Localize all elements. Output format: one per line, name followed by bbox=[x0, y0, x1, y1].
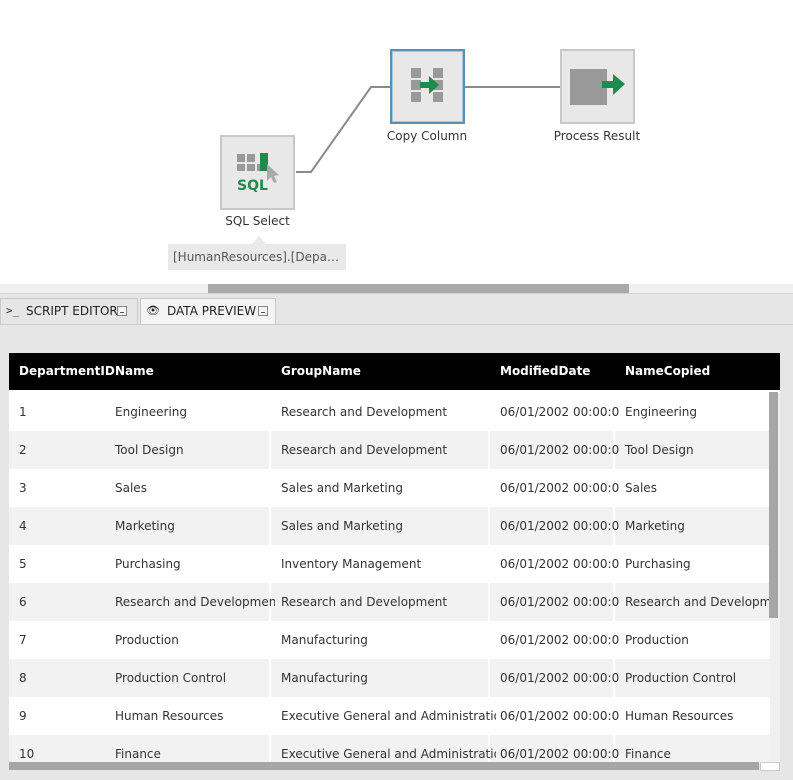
table-cell: Manufacturing bbox=[281, 671, 368, 685]
table-cell: 06/01/2002 00:00:00 bbox=[500, 405, 620, 419]
table-cell: Engineering bbox=[115, 405, 187, 419]
table-row[interactable]: 2 Tool Design Research and Development 06/0… bbox=[9, 431, 770, 469]
table-row[interactable]: 10 Finance Executive General and Administr… bbox=[9, 735, 770, 764]
sql-select-node[interactable]: SQL bbox=[220, 135, 295, 210]
table-cell: 2 bbox=[19, 443, 27, 457]
table-cell: Production bbox=[625, 633, 689, 647]
table-cell: 7 bbox=[19, 633, 27, 647]
column-header-modifieddate[interactable]: ModifiedDate bbox=[500, 353, 590, 390]
copy-column-icon bbox=[411, 68, 443, 102]
table-cell: 4 bbox=[19, 519, 27, 533]
table-cell: 06/01/2002 00:00:00 bbox=[500, 481, 620, 495]
table-cell: Human Resources bbox=[115, 709, 224, 723]
table-cell: Sales and Marketing bbox=[281, 481, 403, 495]
column-header-groupname[interactable]: GroupName bbox=[281, 353, 361, 390]
grid-header-row: DepartmentID Name GroupName ModifiedDate… bbox=[9, 353, 780, 390]
table-cell: Executive General and Administration bbox=[281, 709, 496, 723]
minimize-icon[interactable] bbox=[258, 306, 268, 316]
table-row[interactable]: 3 Sales Sales and Marketing 06/01/2002 00:0… bbox=[9, 469, 770, 507]
table-cell: Tool Design bbox=[625, 443, 694, 457]
table-cell: Engineering bbox=[625, 405, 697, 419]
table-cell: 06/01/2002 00:00:00 bbox=[500, 443, 620, 457]
table-row[interactable]: 1 Engineering Research and Development 06/0… bbox=[9, 393, 770, 431]
table-cell: Inventory Management bbox=[281, 557, 422, 571]
table-cell: 3 bbox=[19, 481, 27, 495]
copy-column-label: Copy Column bbox=[386, 129, 468, 143]
grid-body[interactable]: 1 Engineering Research and Development 06/0… bbox=[9, 393, 770, 764]
table-row[interactable]: 6 Research and Development Research and De… bbox=[9, 583, 770, 621]
table-cell: 06/01/2002 00:00:00 bbox=[500, 633, 620, 647]
table-cell: Research and Development bbox=[281, 405, 448, 419]
table-cell: Purchasing bbox=[115, 557, 181, 571]
table-cell: Production Control bbox=[625, 671, 737, 685]
table-cell: 5 bbox=[19, 557, 27, 571]
column-header-departmentid[interactable]: DepartmentID bbox=[19, 353, 115, 390]
table-cell: Purchasing bbox=[625, 557, 691, 571]
table-cell: 06/01/2002 00:00:00 bbox=[500, 519, 620, 533]
table-cell: Finance bbox=[625, 747, 671, 761]
copy-column-node[interactable] bbox=[390, 49, 465, 124]
sql-select-label: SQL Select bbox=[225, 214, 290, 228]
table-cell: 06/01/2002 00:00:00 bbox=[500, 671, 620, 685]
table-cell: Marketing bbox=[625, 519, 685, 533]
sql-parameter-tooltip[interactable]: [HumanResources].[Departme... bbox=[168, 244, 346, 270]
table-row[interactable]: 9 Human Resources Executive General and Ad… bbox=[9, 697, 770, 735]
parameter-tooltip-arrow bbox=[252, 236, 266, 244]
process-result-node[interactable] bbox=[560, 49, 635, 124]
process-result-label: Process Result bbox=[553, 129, 641, 143]
table-cell: Research and Development bbox=[281, 595, 448, 609]
table-cell: 9 bbox=[19, 709, 27, 723]
table-cell: Research and Development bbox=[625, 595, 770, 609]
table-cell: 06/01/2002 00:00:00 bbox=[500, 747, 620, 761]
table-cell: 10 bbox=[19, 747, 35, 761]
canvas-horizontal-scrollbar-thumb[interactable] bbox=[208, 284, 629, 293]
table-cell: Sales bbox=[115, 481, 147, 495]
table-cell: Production bbox=[115, 633, 179, 647]
table-cell: Sales bbox=[625, 481, 657, 495]
table-cell: Research and Development bbox=[281, 443, 448, 457]
table-cell: Sales and Marketing bbox=[281, 519, 403, 533]
table-cell: 8 bbox=[19, 671, 27, 685]
tab-script-editor-label: SCRIPT EDITOR bbox=[26, 304, 118, 318]
table-row[interactable]: 7 Production Manufacturing 06/01/2002 00:00… bbox=[9, 621, 770, 659]
table-cell: 06/01/2002 00:00:00 bbox=[500, 557, 620, 571]
table-cell: 1 bbox=[19, 405, 27, 419]
connector-sql-to-copy bbox=[296, 86, 390, 173]
column-header-name[interactable]: Name bbox=[115, 353, 154, 390]
bottom-panel: >_ SCRIPT EDITOR 👁 DATA PREVIEW Departme… bbox=[0, 293, 793, 780]
process-result-icon bbox=[570, 69, 625, 105]
terminal-icon: >_ bbox=[6, 304, 20, 317]
table-row[interactable]: 4 Marketing Sales and Marketing 06/01/2002 … bbox=[9, 507, 770, 545]
grid-horizontal-scrollbar-thumb[interactable] bbox=[9, 762, 759, 770]
table-row[interactable]: 5 Purchasing Inventory Management 06/01/200… bbox=[9, 545, 770, 583]
table-row[interactable]: 8 Production Control Manufacturing 06/01/20… bbox=[9, 659, 770, 697]
table-cell: 06/01/2002 00:00:00 bbox=[500, 595, 620, 609]
table-cell: 6 bbox=[19, 595, 27, 609]
table-cell: Production Control bbox=[115, 671, 227, 685]
tab-data-preview-label: DATA PREVIEW bbox=[167, 304, 257, 318]
column-header-namecopied[interactable]: NameCopied bbox=[625, 353, 710, 390]
connector-lines bbox=[296, 86, 561, 173]
table-cell: 06/01/2002 00:00:00 bbox=[500, 709, 620, 723]
workflow-canvas[interactable]: SQL SQL Select Copy Column Process Resul… bbox=[0, 0, 793, 293]
table-cell: Human Resources bbox=[625, 709, 734, 723]
tab-script-editor[interactable]: >_ SCRIPT EDITOR bbox=[0, 298, 138, 324]
scrollbar-corner bbox=[760, 762, 780, 771]
tab-data-preview[interactable]: 👁 DATA PREVIEW bbox=[140, 298, 276, 324]
data-grid: DepartmentID Name GroupName ModifiedDate… bbox=[9, 353, 780, 764]
grid-vertical-scrollbar-thumb[interactable] bbox=[769, 392, 778, 618]
table-cell: Finance bbox=[115, 747, 161, 761]
sql-icon-text: SQL bbox=[237, 178, 268, 194]
table-cell: Manufacturing bbox=[281, 633, 368, 647]
table-cell: Executive General and Administration bbox=[281, 747, 496, 761]
minimize-icon[interactable] bbox=[117, 306, 127, 316]
eye-icon: 👁 bbox=[146, 304, 160, 317]
sql-select-icon: SQL bbox=[237, 153, 279, 194]
table-cell: Marketing bbox=[115, 519, 175, 533]
tab-bar: >_ SCRIPT EDITOR 👁 DATA PREVIEW bbox=[0, 296, 793, 325]
table-cell: Research and Development bbox=[115, 595, 275, 609]
table-cell: Tool Design bbox=[115, 443, 184, 457]
